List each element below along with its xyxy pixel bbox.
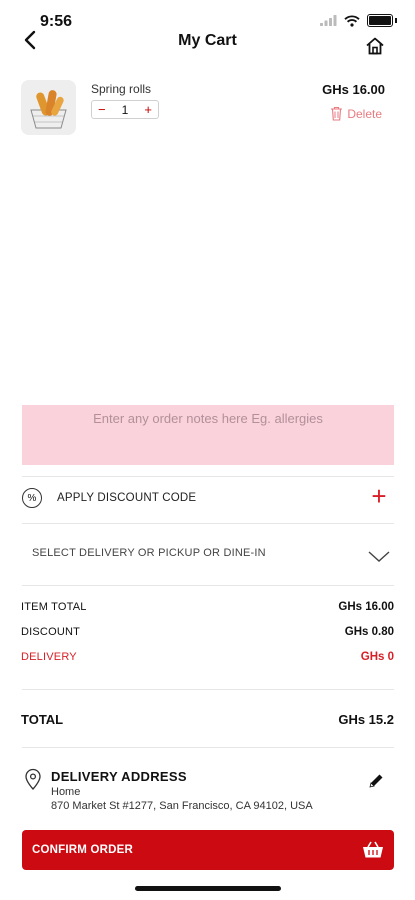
battery-icon [367, 14, 393, 27]
item-total-value: GHs 16.00 [338, 601, 394, 613]
total-label: TOTAL [21, 712, 64, 727]
address-label: Home [51, 786, 81, 798]
page-title: My Cart [178, 32, 237, 49]
chevron-down-icon[interactable] [367, 548, 391, 564]
item-total-label: ITEM TOTAL [21, 601, 87, 613]
delete-label: Delete [347, 106, 382, 121]
discount-percent-icon: % [22, 488, 42, 508]
basket-icon [363, 841, 383, 858]
divider [22, 585, 394, 586]
item-price: GHs 16.00 [322, 82, 385, 97]
order-notes-input[interactable] [22, 405, 394, 465]
home-icon[interactable] [365, 36, 385, 56]
spring-rolls-image [21, 80, 76, 135]
trash-icon [331, 106, 343, 121]
decrease-button[interactable]: − [98, 103, 106, 116]
delivery-fee-label: DELIVERY [21, 651, 77, 663]
divider [22, 747, 394, 748]
status-icons [320, 14, 397, 27]
divider [22, 689, 394, 690]
discount-label: DISCOUNT [21, 626, 81, 638]
divider [22, 523, 394, 524]
status-time: 9:56 [40, 13, 73, 30]
home-indicator [135, 886, 281, 891]
delivery-method-select[interactable]: SELECT DELIVERY OR PICKUP OR DINE-IN [32, 547, 266, 559]
divider [22, 476, 394, 477]
wifi-icon [344, 14, 360, 27]
confirm-order-button[interactable]: CONFIRM ORDER [22, 830, 394, 870]
quantity-stepper: − 1 + [91, 100, 159, 119]
apply-discount-label[interactable]: APPLY DISCOUNT CODE [57, 492, 196, 504]
add-discount-button[interactable]: + [368, 483, 390, 509]
item-image [21, 80, 76, 135]
quantity-value: 1 [121, 102, 129, 117]
edit-pencil-icon[interactable] [367, 772, 385, 790]
confirm-order-label: CONFIRM ORDER [32, 844, 133, 856]
delivery-fee-value: GHs 0 [360, 651, 394, 663]
delivery-address-title: DELIVERY ADDRESS [51, 769, 187, 784]
increase-button[interactable]: + [144, 103, 152, 116]
address-line: 870 Market St #1277, San Francisco, CA 9… [51, 800, 313, 812]
item-name: Spring rolls [91, 82, 152, 96]
battery-tip [395, 18, 397, 23]
total-value: GHs 15.2 [338, 712, 394, 727]
location-pin-icon [25, 768, 41, 790]
delete-button[interactable]: Delete [330, 106, 382, 121]
signal-icon [320, 15, 337, 26]
discount-value: GHs 0.80 [344, 626, 394, 638]
